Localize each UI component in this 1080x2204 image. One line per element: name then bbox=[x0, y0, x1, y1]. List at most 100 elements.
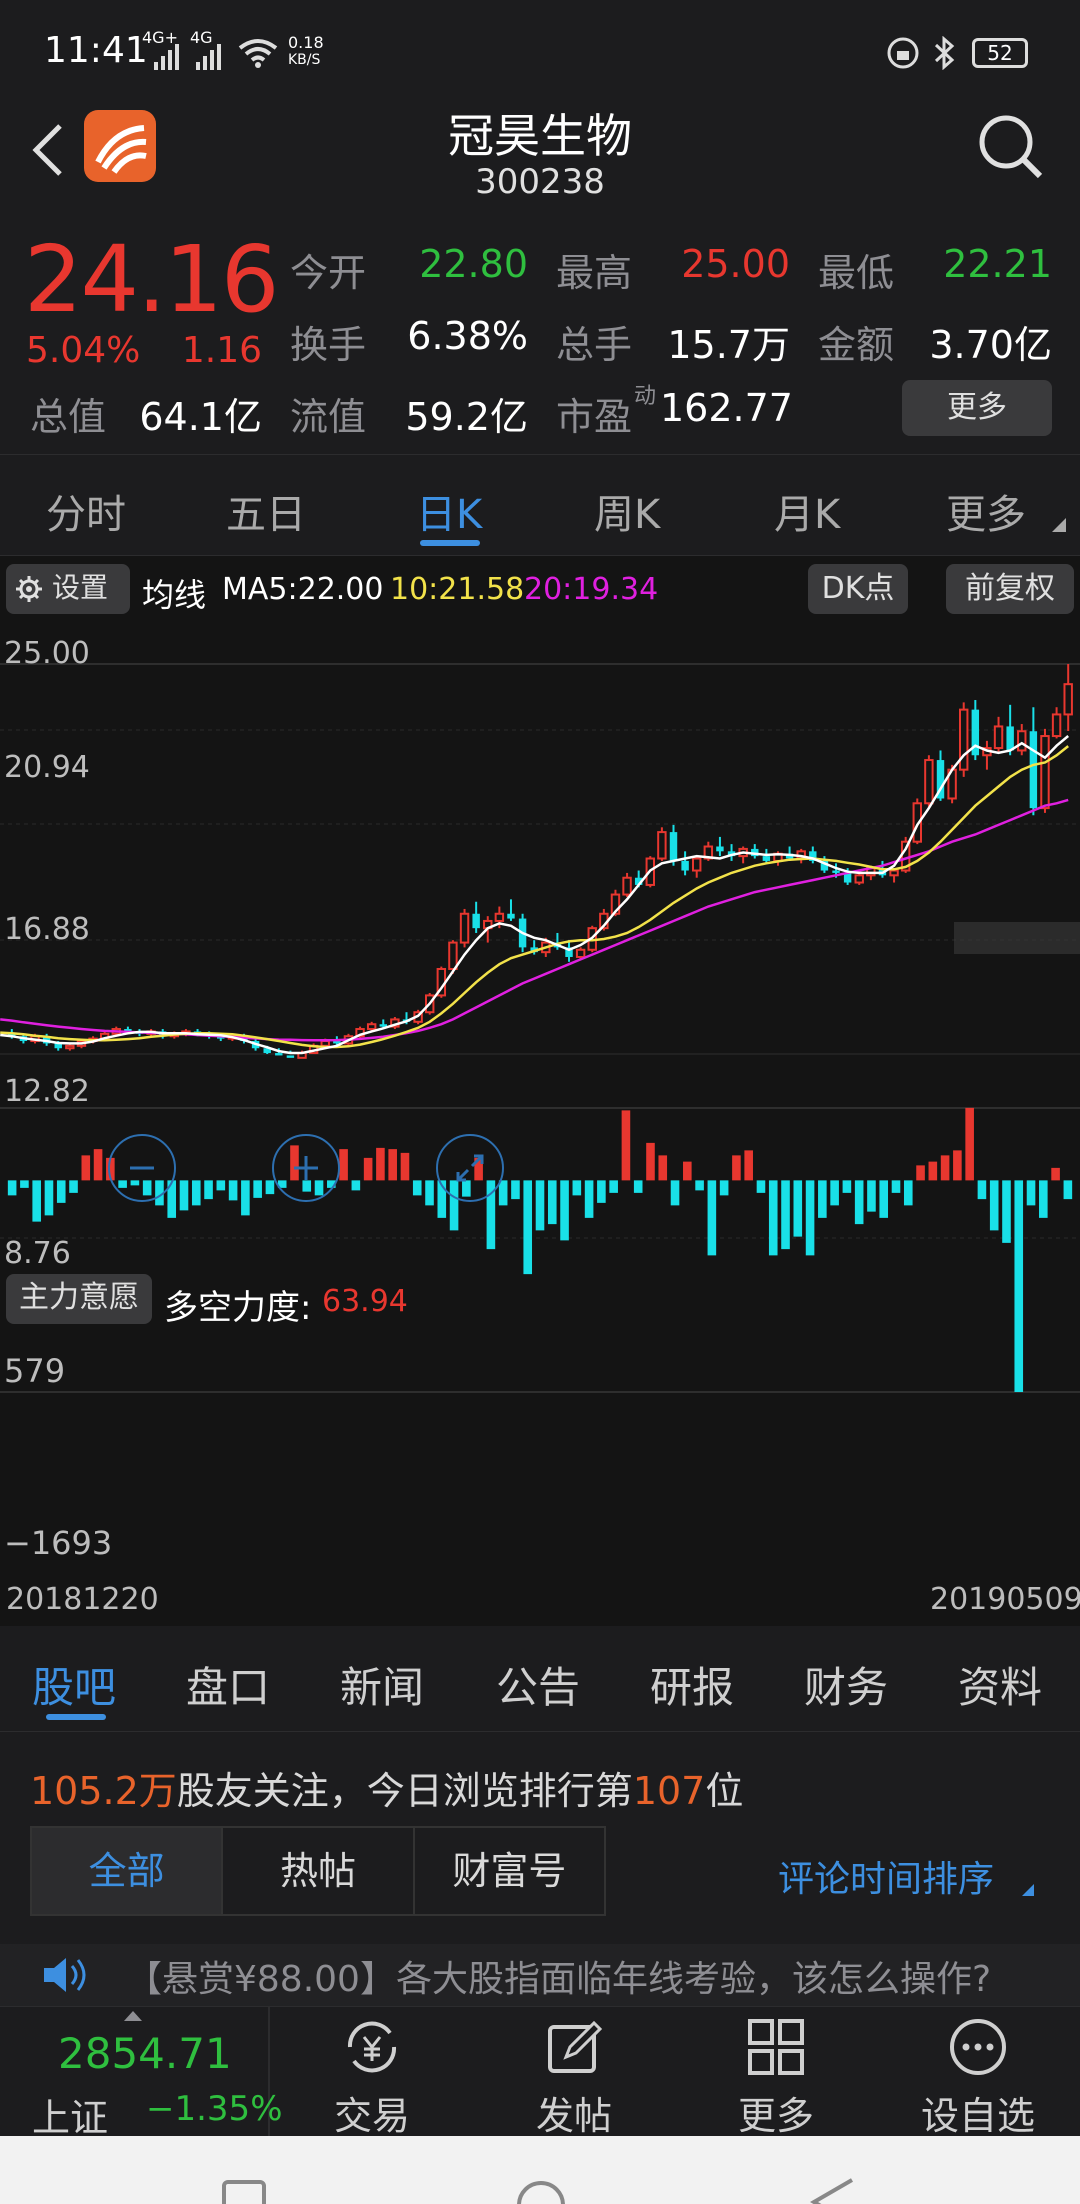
grid-icon bbox=[748, 2019, 804, 2075]
active-subtab-indicator bbox=[46, 1714, 106, 1720]
candle bbox=[622, 872, 632, 897]
nav-post[interactable]: 发帖 bbox=[474, 2007, 674, 2138]
filter-hot[interactable]: 热帖 bbox=[223, 1828, 415, 1914]
tab-intraday[interactable]: 分时 bbox=[46, 482, 126, 540]
candle-body bbox=[65, 1044, 75, 1050]
nav-more[interactable]: 更多 bbox=[676, 2007, 876, 2138]
zoom-out-button[interactable] bbox=[108, 1134, 176, 1202]
candle-body bbox=[459, 912, 470, 944]
low-value: 22.21 bbox=[943, 242, 1052, 286]
candle-body bbox=[762, 856, 771, 861]
indicator-bar bbox=[1002, 1180, 1011, 1243]
sort-dropdown[interactable]: 评论时间排序 bbox=[778, 1850, 994, 1902]
indicator-bar bbox=[572, 1180, 582, 1196]
more-quote-button[interactable]: 更多 bbox=[902, 380, 1052, 436]
price-adjust-button[interactable]: 前复权 bbox=[946, 564, 1074, 614]
filter-wealth[interactable]: 财富号 bbox=[415, 1828, 604, 1914]
filter-all[interactable]: 全部 bbox=[32, 1828, 224, 1914]
indicator-bar bbox=[903, 1180, 913, 1206]
indicator-y-top: 579 bbox=[4, 1352, 66, 1390]
candle bbox=[657, 827, 667, 861]
indicator-bar bbox=[953, 1150, 962, 1181]
candle-body bbox=[622, 876, 632, 896]
candle bbox=[971, 700, 980, 761]
indicator-name: 多空力度: bbox=[164, 1288, 312, 1328]
indicator-bar bbox=[1026, 1180, 1036, 1206]
candle-body bbox=[889, 869, 899, 877]
change-pct: 5.04% bbox=[26, 330, 141, 371]
ma10-value: 10:21.58 bbox=[390, 572, 525, 607]
index-change: −1.35% bbox=[146, 2089, 283, 2129]
tab-news[interactable]: 新闻 bbox=[340, 1654, 424, 1715]
current-price: 24.16 bbox=[24, 226, 279, 333]
quote-panel: 24.16 5.04% 1.16 今开 22.80 最高 25.00 最低 22… bbox=[0, 230, 1080, 455]
back-nav-icon[interactable] bbox=[808, 2176, 858, 2204]
candle bbox=[1017, 724, 1027, 756]
more-dots-icon bbox=[950, 2019, 1006, 2075]
indicator-bar bbox=[425, 1180, 434, 1206]
indicator-bar bbox=[867, 1180, 876, 1212]
tab-financials[interactable]: 财务 bbox=[804, 1654, 888, 1715]
candle-body bbox=[924, 759, 934, 805]
battery-level: 52 bbox=[987, 41, 1013, 65]
info-tabs: 股吧 盘口 新闻 公告 研报 财务 资料 bbox=[0, 1628, 1080, 1732]
zoom-in-button[interactable] bbox=[272, 1134, 340, 1202]
dk-point-button[interactable]: DK点 bbox=[808, 564, 908, 614]
open-label: 今开 bbox=[290, 251, 367, 295]
tab-research[interactable]: 研报 bbox=[650, 1654, 734, 1715]
plus-icon bbox=[294, 1156, 318, 1180]
search-icon[interactable] bbox=[976, 112, 1046, 182]
app-logo[interactable] bbox=[84, 110, 156, 182]
nav-add-watchlist[interactable]: 设自选 bbox=[878, 2007, 1078, 2138]
candlestick-chart[interactable] bbox=[0, 620, 1080, 1626]
indicator-bar bbox=[830, 1180, 839, 1206]
index-name: 上证 bbox=[32, 2096, 109, 2140]
indicator-bar bbox=[818, 1180, 827, 1218]
indicator-bar bbox=[1014, 1180, 1024, 1392]
tab-more[interactable]: 更多 bbox=[946, 482, 1026, 540]
fullscreen-button[interactable] bbox=[436, 1134, 504, 1202]
tab-order-book[interactable]: 盘口 bbox=[186, 1654, 270, 1715]
index-ticker[interactable]: 2854.71 上证 −1.35% bbox=[0, 2007, 283, 2140]
ma-prefix: 均线 bbox=[142, 576, 207, 614]
tab-monthly-k[interactable]: 月K bbox=[774, 482, 840, 540]
candle-body bbox=[1040, 735, 1050, 810]
candle-body bbox=[1063, 683, 1073, 716]
tab-stock-forum[interactable]: 股吧 bbox=[32, 1654, 116, 1715]
tab-weekly-k[interactable]: 周K bbox=[594, 482, 660, 540]
mktcap-value: 64.1亿 bbox=[139, 395, 262, 439]
status-bar: 11:41 4G+ 4G 0.18 KB/S 52 bbox=[0, 0, 1080, 100]
back-icon[interactable] bbox=[28, 120, 68, 180]
indicator-bar bbox=[695, 1180, 704, 1191]
view-rank: 107 bbox=[632, 1769, 706, 1813]
tab-profile[interactable]: 资料 bbox=[958, 1654, 1042, 1715]
candle bbox=[681, 851, 689, 876]
follower-text: 股友关注，今日浏览排行第 bbox=[176, 1769, 633, 1813]
nav-trade[interactable]: 交易 bbox=[272, 2007, 472, 2138]
bottom-nav: 2854.71 上证 −1.35% 交易 发帖 更多 设自选 bbox=[0, 2006, 1080, 2140]
indicator-bar bbox=[216, 1180, 226, 1191]
announcement-ticker[interactable]: 【悬赏¥88.00】各大股指面临年线考验，该怎么操作? bbox=[0, 1944, 1080, 2006]
candle-body bbox=[854, 874, 864, 884]
indicator-bar bbox=[388, 1149, 397, 1181]
indicator-select-button[interactable]: 主力意愿 bbox=[6, 1274, 152, 1324]
bluetooth-icon bbox=[934, 36, 955, 70]
change-amount: 1.16 bbox=[181, 330, 262, 371]
rank-suffix: 位 bbox=[705, 1769, 744, 1813]
indicator-bar bbox=[879, 1180, 889, 1218]
home-icon[interactable] bbox=[516, 2180, 566, 2204]
high-label: 最高 bbox=[556, 251, 633, 295]
chart-settings-button[interactable]: 设置 bbox=[6, 564, 130, 614]
volume-label: 总手 bbox=[556, 323, 633, 367]
indicator-bar bbox=[1063, 1180, 1073, 1200]
indicator-bar bbox=[560, 1180, 569, 1241]
candle-body bbox=[507, 913, 515, 919]
indicator-bar bbox=[241, 1180, 250, 1216]
tab-five-day[interactable]: 五日 bbox=[226, 482, 306, 540]
indicator-bar bbox=[940, 1155, 950, 1181]
candle-body bbox=[959, 708, 969, 771]
recent-apps-icon[interactable] bbox=[222, 2180, 266, 2204]
candle bbox=[738, 846, 748, 864]
tab-daily-k[interactable]: 日K bbox=[416, 482, 482, 540]
tab-announcements[interactable]: 公告 bbox=[496, 1654, 580, 1715]
